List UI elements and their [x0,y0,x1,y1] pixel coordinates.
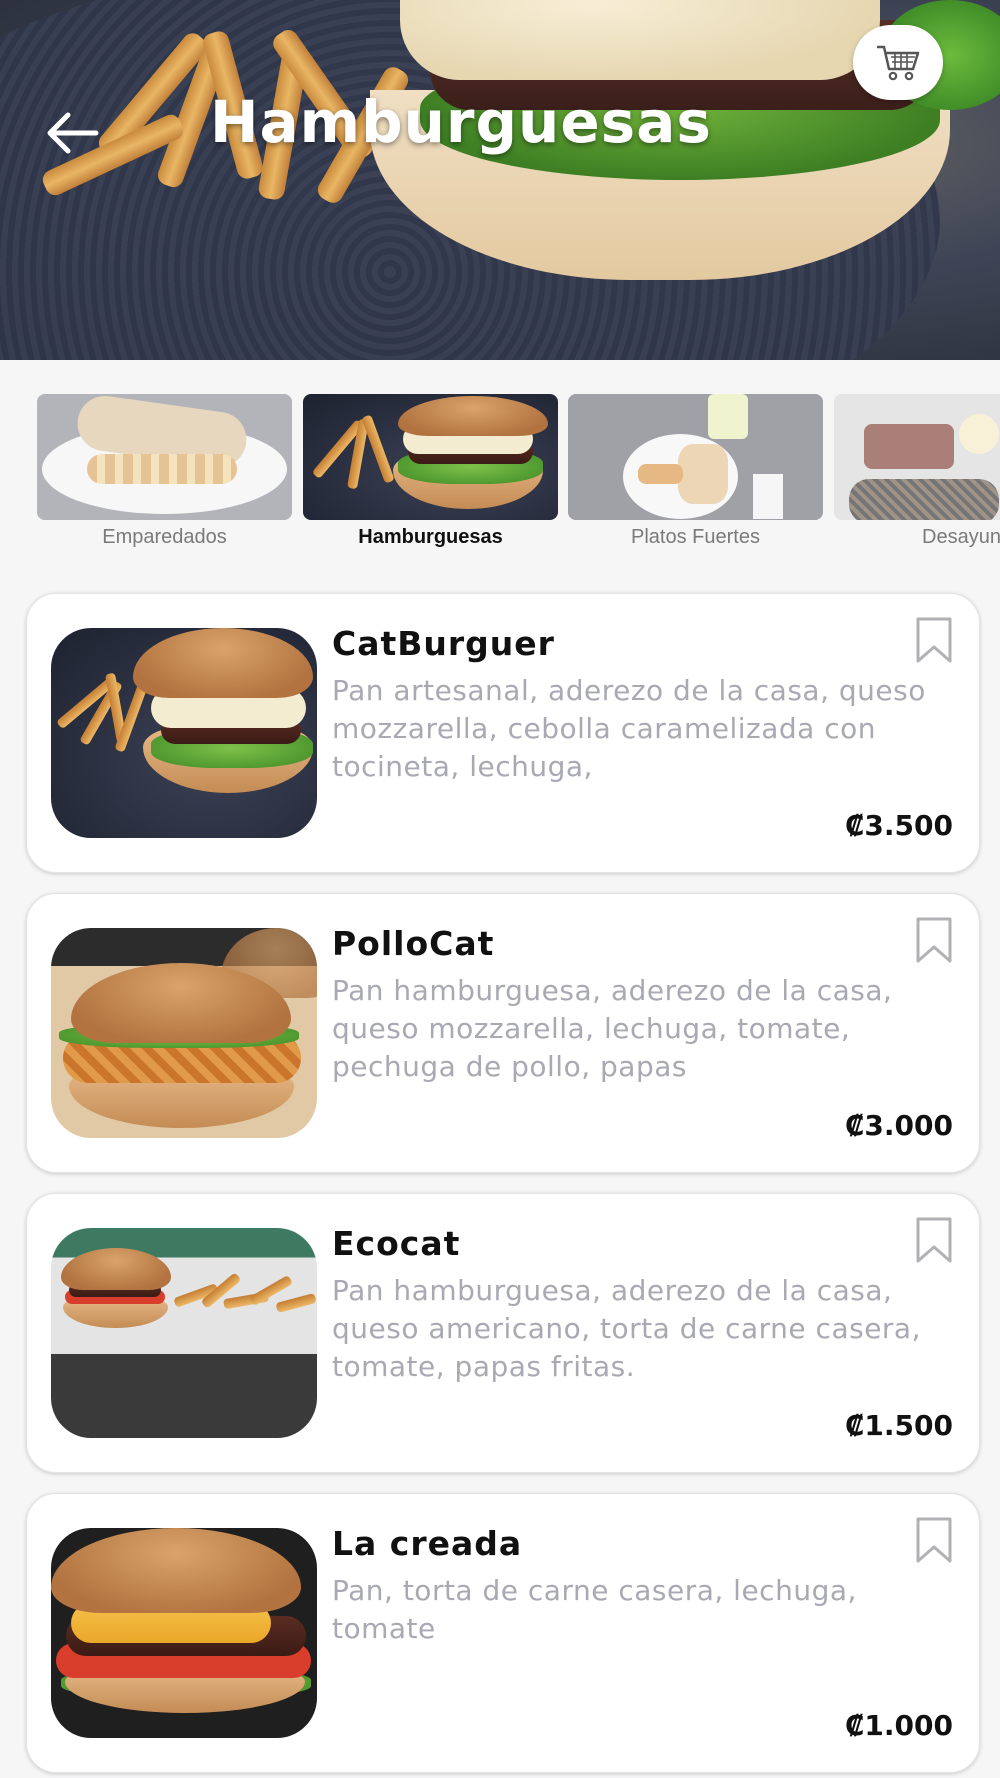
page-title: Hamburguesas [210,88,712,156]
category-label: Hamburguesas [358,526,503,548]
category-hamburguesas[interactable]: Hamburguesas [303,394,558,549]
category-label: Emparedados [102,526,227,548]
product-price: ₡1.000 [844,1709,953,1742]
product-description: Pan, torta de carne casera, lechuga, tom… [332,1574,857,1645]
arrow-left-icon [47,112,99,154]
product-description: Pan artesanal, aderezo de la casa, queso… [332,674,926,783]
category-platos-fuertes[interactable]: Platos Fuertes [568,394,823,549]
product-image [51,1228,317,1438]
product-card-catburguer[interactable]: CatBurguer Pan artesanal, aderezo de la … [26,593,980,873]
product-name: PolloCat [332,924,495,963]
category-desayunos[interactable]: Desayun [834,394,1000,549]
category-emparedados[interactable]: Emparedados [37,394,292,549]
product-description: Pan hamburguesa, aderezo de la casa, que… [332,974,893,1083]
product-name: La creada [332,1524,523,1563]
bookmark-icon[interactable] [915,616,953,664]
product-image [51,628,317,838]
shopping-cart-icon [877,45,920,80]
category-label: Platos Fuertes [631,526,760,548]
product-price: ₡1.500 [844,1409,953,1442]
product-name: CatBurguer [332,624,555,663]
category-thumbnail [834,394,1000,520]
bookmark-icon[interactable] [915,916,953,964]
product-description: Pan hamburguesa, aderezo de la casa, que… [332,1274,921,1383]
product-image [51,928,317,1138]
category-thumbnail [37,394,292,520]
product-card-la-creada[interactable]: La creada Pan, torta de carne casera, le… [26,1493,980,1773]
header-banner [0,0,1000,360]
category-thumbnail [303,394,558,520]
category-carousel[interactable]: Emparedados Hamburguesas Platos Fuertes … [0,360,1000,560]
product-price: ₡3.000 [844,1109,953,1142]
product-card-ecocat[interactable]: Ecocat Pan hamburguesa, aderezo de la ca… [26,1193,980,1473]
back-button[interactable] [42,108,102,158]
bookmark-icon[interactable] [915,1516,953,1564]
category-label: Desayun [922,526,1000,548]
product-card-pollocat[interactable]: PolloCat Pan hamburguesa, aderezo de la … [26,893,980,1173]
product-price: ₡3.500 [844,809,953,842]
product-name: Ecocat [332,1224,461,1263]
bookmark-icon[interactable] [915,1216,953,1264]
product-image [51,1528,317,1738]
cart-button[interactable] [853,25,943,100]
category-thumbnail [568,394,823,520]
